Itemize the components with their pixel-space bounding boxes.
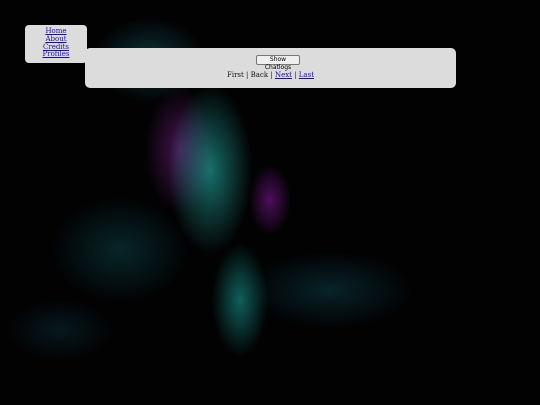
show-chatlogs-button[interactable]: Show Chatlogs [256,55,300,71]
pager-next-link[interactable]: Next [275,71,292,79]
nav-link-profiles[interactable]: Profiles [25,51,87,59]
chatlog-panel: Show Chatlogs First | Back | Next | Last [85,48,456,88]
pagination: First | Back | Next | Last [85,71,456,79]
pager-separator: | [268,71,275,79]
pager-last-link[interactable]: Last [299,71,314,79]
pager-separator: | [291,71,299,79]
nav-menu: Home About Credits Profiles [25,25,87,63]
abstract-background: Home About Credits Profiles Show Chatlog… [0,0,540,405]
pager-first-label: First [226,71,244,79]
pager-separator: | [243,71,251,79]
pager-back-label: Back [250,71,269,79]
